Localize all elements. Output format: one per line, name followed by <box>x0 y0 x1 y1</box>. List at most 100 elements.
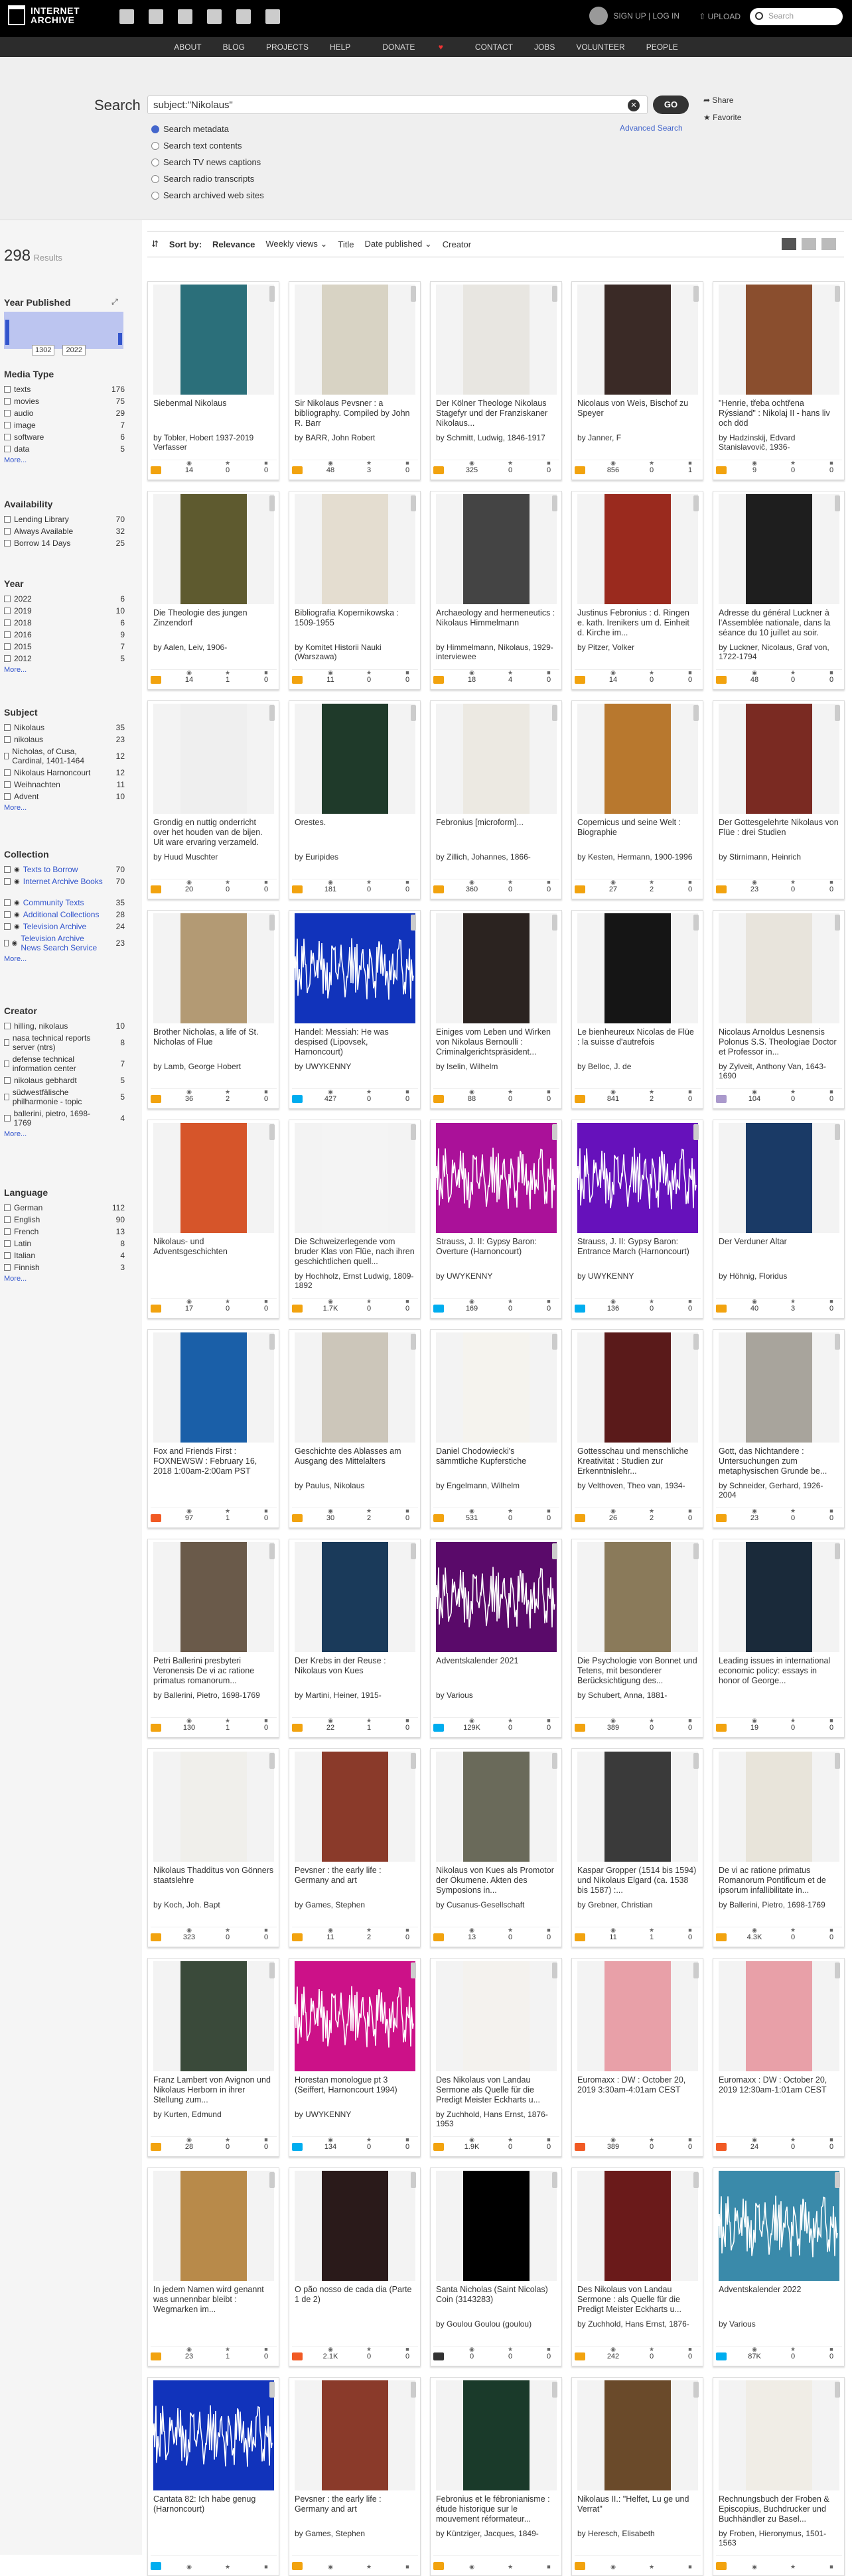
item-thumbnail[interactable] <box>436 1542 557 1652</box>
item-creator[interactable]: by Kesten, Hermann, 1900-1996 <box>577 852 698 862</box>
item-title[interactable]: Strauss, J. II: Gypsy Baron: Entrance Ma… <box>577 1237 698 1257</box>
item-title[interactable]: Adventskalender 2022 <box>719 2285 839 2295</box>
item-thumbnail[interactable] <box>295 1332 415 1443</box>
item-thumbnail[interactable] <box>153 913 274 1023</box>
favorite-flag-icon[interactable] <box>269 705 275 721</box>
checkbox-icon[interactable] <box>4 608 11 614</box>
result-card[interactable]: Cantata 82: Ich habe genug (Harnoncourt)… <box>147 2377 279 2576</box>
list-view-icon[interactable] <box>802 238 816 250</box>
item-title[interactable]: O pão nosso de cada dia (Parte 1 de 2) <box>295 2285 415 2305</box>
favorite-flag-icon[interactable] <box>835 2172 840 2188</box>
facet-more-link[interactable]: More... <box>4 1275 27 1283</box>
item-thumbnail[interactable] <box>436 2171 557 2281</box>
item-thumbnail[interactable] <box>436 494 557 604</box>
favorite-flag-icon[interactable] <box>411 2382 416 2398</box>
item-thumbnail[interactable] <box>719 1752 839 1862</box>
item-thumbnail[interactable] <box>719 2171 839 2281</box>
facet-item-year[interactable]: 2019 10 <box>4 606 125 615</box>
item-creator[interactable]: by UWYKENNY <box>577 1271 698 1281</box>
result-card[interactable]: Des Nikolaus von Landau Sermone als Quel… <box>430 1958 562 2157</box>
checkbox-icon[interactable] <box>4 866 11 873</box>
item-title[interactable]: Daniel Chodowiecki's sämmtliche Kupferst… <box>436 1447 557 1466</box>
item-creator[interactable]: by Zillich, Johannes, 1866- <box>436 852 557 862</box>
checkbox-icon[interactable] <box>4 410 11 417</box>
facet-item-creator[interactable]: hilling, nikolaus 10 <box>4 1021 125 1031</box>
checkbox-icon[interactable] <box>4 1240 11 1247</box>
item-creator[interactable]: by Heresch, Elisabeth <box>577 2529 698 2538</box>
eye-icon[interactable]: ◉ <box>14 866 20 873</box>
item-thumbnail[interactable] <box>295 913 415 1023</box>
item-title[interactable]: Nicolaus von Weis, Bischof zu Speyer <box>577 399 698 419</box>
item-thumbnail[interactable] <box>577 1542 698 1652</box>
item-creator[interactable]: by Janner, F <box>577 433 698 442</box>
nav-projects[interactable]: PROJECTS <box>255 37 319 57</box>
facet-item-year[interactable]: 2018 6 <box>4 618 125 627</box>
favorite-flag-icon[interactable] <box>269 1124 275 1140</box>
item-title[interactable]: Nikolaus- und Adventsgeschichten <box>153 1237 274 1257</box>
item-thumbnail[interactable] <box>577 494 698 604</box>
favorite-flag-icon[interactable] <box>411 495 416 511</box>
favorite-flag-icon[interactable] <box>552 2172 557 2188</box>
item-thumbnail[interactable] <box>153 494 274 604</box>
item-thumbnail[interactable] <box>719 494 839 604</box>
sort-weekly-views[interactable]: Weekly views ⌄ <box>265 239 327 249</box>
result-card[interactable]: Euromaxx : DW : October 20, 2019 12:30am… <box>713 1958 845 2157</box>
item-creator[interactable]: by Iselin, Wilhelm <box>436 1062 557 1071</box>
sort-creator[interactable]: Creator <box>443 239 471 249</box>
facet-item-language[interactable]: German 112 <box>4 1203 125 1212</box>
favorite-flag-icon[interactable] <box>835 286 840 302</box>
item-creator[interactable]: by Cusanus-Gesellschaft <box>436 1900 557 1909</box>
checkbox-icon[interactable] <box>4 899 11 906</box>
favorite-flag-icon[interactable] <box>269 1334 275 1350</box>
item-thumbnail[interactable] <box>719 2380 839 2490</box>
facet-item-media-type[interactable]: audio 29 <box>4 409 125 418</box>
item-thumbnail[interactable] <box>436 1123 557 1233</box>
sort-date-published[interactable]: Date published ⌄ <box>364 239 431 249</box>
result-card[interactable]: Die Schweizerlegende vom bruder Klas von… <box>289 1120 421 1319</box>
result-card[interactable]: Handel: Messiah: He was despised (Lipovs… <box>289 910 421 1109</box>
item-thumbnail[interactable] <box>719 1332 839 1443</box>
item-title[interactable]: Strauss, J. II: Gypsy Baron: Overture (H… <box>436 1237 557 1257</box>
item-creator[interactable]: by Schmitt, Ludwig, 1846-1917 <box>436 433 557 442</box>
result-card[interactable]: Archaeology and hermeneutics : Nikolaus … <box>430 491 562 690</box>
images-icon[interactable] <box>265 9 280 24</box>
checkbox-icon[interactable] <box>4 769 11 776</box>
audio-icon[interactable] <box>207 9 222 24</box>
result-card[interactable]: Justinus Febronius : d. Ringen e. kath. … <box>571 491 703 690</box>
result-card[interactable]: Leading issues in international economic… <box>713 1539 845 1738</box>
item-thumbnail[interactable] <box>719 1961 839 2071</box>
checkbox-icon[interactable] <box>4 619 11 626</box>
item-title[interactable]: Der Gottesgelehrte Nikolaus von Flüe : d… <box>719 818 839 838</box>
item-thumbnail[interactable] <box>436 285 557 395</box>
item-title[interactable]: Adresse du général Luckner à l'Assemblée… <box>719 608 839 638</box>
item-creator[interactable]: by Tobler, Hobert 1937-2019 Verfasser <box>153 433 274 452</box>
result-card[interactable]: Febronius [microform]... by Zillich, Joha… <box>430 700 562 899</box>
checkbox-icon[interactable] <box>4 1115 11 1122</box>
share-button[interactable]: ➦ Share <box>703 96 733 105</box>
item-thumbnail[interactable] <box>577 1961 698 2071</box>
item-creator[interactable]: by Hochholz, Ernst Ludwig, 1809-1892 <box>295 1271 415 1290</box>
result-card[interactable]: Adventskalender 2022 by Various ◉ 87K ★ 0 ■ 0 <box>713 2167 845 2366</box>
favorite-flag-icon[interactable] <box>693 286 699 302</box>
texts-icon[interactable] <box>149 9 163 24</box>
result-card[interactable]: Die Psychologie von Bonnet und Tetens, m… <box>571 1539 703 1738</box>
checkbox-icon[interactable] <box>4 1039 9 1046</box>
favorite-flag-icon[interactable] <box>835 915 840 931</box>
item-title[interactable]: Bibliografia Kopernikowska : 1509-1955 <box>295 608 415 628</box>
item-title[interactable]: Des Nikolaus von Landau Sermone : als Qu… <box>577 2285 698 2315</box>
facet-item-subject[interactable]: Nicholas, of Cusa, Cardinal, 1401-1464 12 <box>4 747 125 765</box>
favorite-flag-icon[interactable] <box>693 2172 699 2188</box>
item-title[interactable]: Nicolaus Arnoldus Lesnensis Polonus S.S.… <box>719 1027 839 1057</box>
item-title[interactable]: Siebenmal Nikolaus <box>153 399 274 409</box>
item-thumbnail[interactable] <box>295 285 415 395</box>
result-card[interactable]: Nikolaus Thadditus von Gönners staatsleh… <box>147 1748 279 1947</box>
facet-item-language[interactable]: English 90 <box>4 1215 125 1224</box>
facet-item-creator[interactable]: südwestfälische philharmonie - topic 5 <box>4 1088 125 1106</box>
item-title[interactable]: Nikolaus II.: "Helfet, Lu ge und Verrat" <box>577 2494 698 2514</box>
signup-login-link[interactable]: SIGN UP | LOG IN <box>613 11 679 21</box>
result-card[interactable]: Nikolaus II.: "Helfet, Lu ge und Verrat"… <box>571 2377 703 2576</box>
item-creator[interactable]: by Küntziger, Jacques, 1849- <box>436 2529 557 2538</box>
favorite-flag-icon[interactable] <box>552 286 557 302</box>
item-thumbnail[interactable] <box>436 704 557 814</box>
facet-item-collection[interactable]: ◉ Additional Collections 28 <box>4 910 125 919</box>
